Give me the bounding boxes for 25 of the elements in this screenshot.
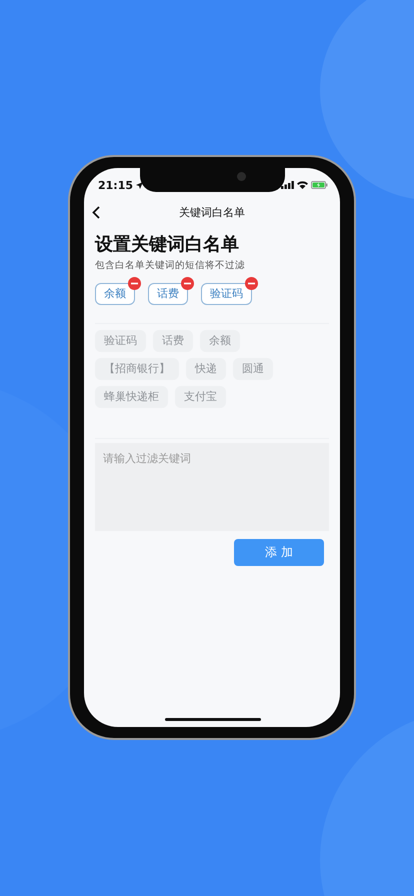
suggestion-chip[interactable]: 余额 [200,330,240,352]
signal-icon [281,181,294,189]
suggestion-chip[interactable]: 快递 [186,358,226,380]
add-button[interactable]: 添 加 [234,539,324,566]
keyword-tag: 验证码 [201,283,252,305]
remove-icon[interactable] [128,277,141,290]
suggestion-chip[interactable]: 蜂巢快递柜 [95,386,168,408]
status-time: 21:15 [98,178,134,192]
keyword-tag: 话费 [148,283,188,305]
suggestion-chip[interactable]: 话费 [153,330,193,352]
remove-icon[interactable] [181,277,194,290]
suggestion-chip[interactable]: 圆通 [233,358,273,380]
wifi-icon [297,181,308,189]
remove-icon[interactable] [245,277,258,290]
keyword-input[interactable]: 请输入过滤关键词 [95,443,329,531]
page-heading: 设置关键词白名单 [95,234,240,256]
suggestion-chip[interactable]: 【招商银行】 [95,358,179,380]
battery-icon [311,181,328,189]
back-icon[interactable] [92,206,100,219]
nav-title: 关键词白名单 [179,204,245,220]
page-subtitle: 包含白名单关键词的短信将不过滤 [95,260,246,272]
keyword-tag: 余额 [95,283,135,305]
location-icon [136,182,144,188]
suggestion-chip[interactable]: 验证码 [95,330,146,352]
suggestion-chip[interactable]: 支付宝 [175,386,226,408]
